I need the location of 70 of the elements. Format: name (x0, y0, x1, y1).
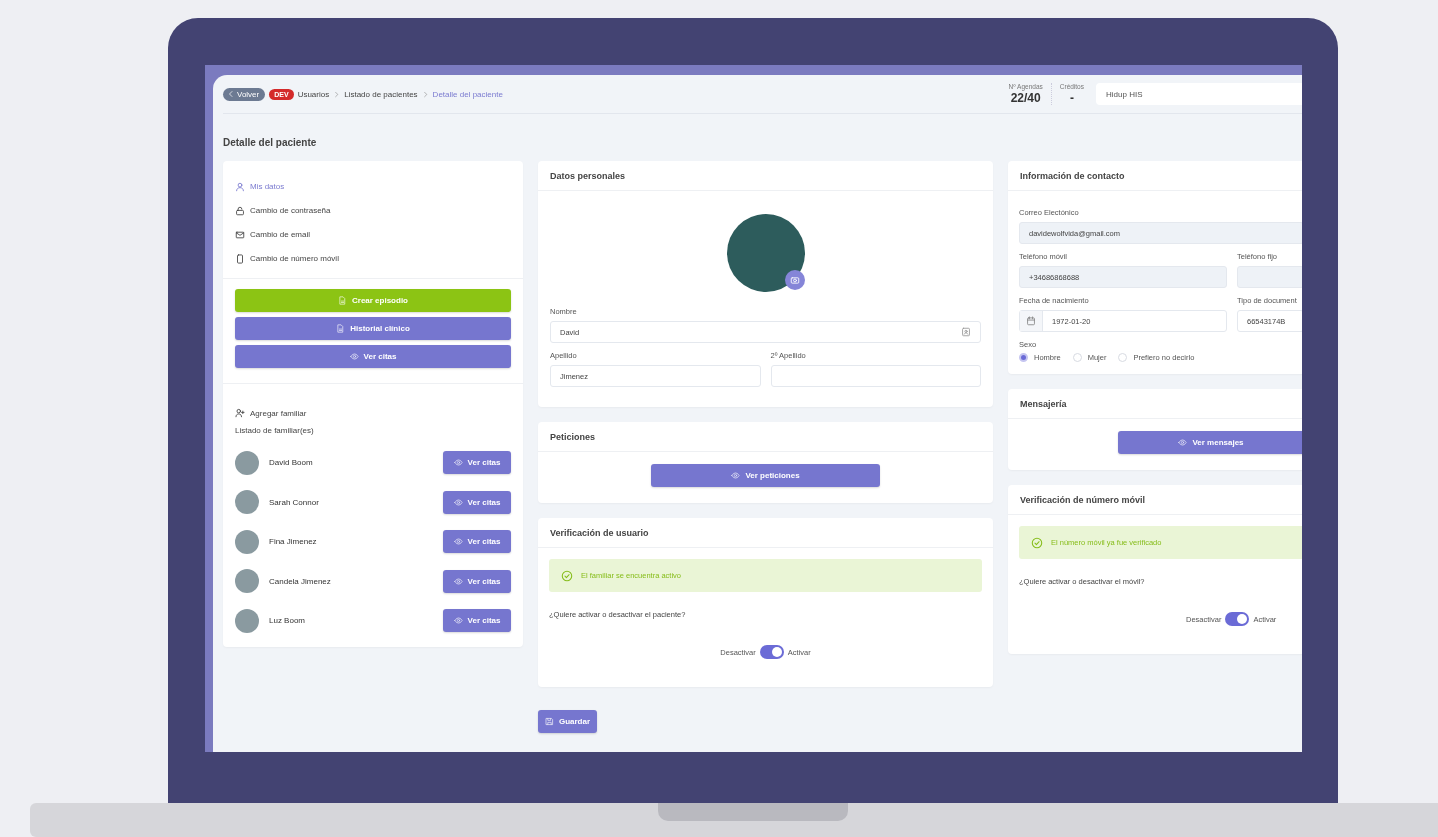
view-button[interactable]: Ver peticiones (651, 464, 880, 487)
eye-icon (453, 616, 463, 626)
lock-icon (235, 205, 245, 216)
eye-icon (1178, 438, 1188, 447)
envelope-icon (235, 229, 245, 240)
input-field[interactable] (770, 365, 981, 387)
eye-icon (453, 497, 463, 507)
radio-button[interactable] (1019, 353, 1028, 362)
eye-icon (349, 352, 359, 361)
card-title: Peticiones (550, 431, 596, 442)
breadcrumb-link[interactable]: Listado de pacientes (344, 89, 418, 99)
card-title: Información de contacto (1020, 170, 1125, 181)
family-member-name: David Boom (269, 458, 314, 468)
profile-menu-item[interactable]: Cambio de número móvil (235, 253, 511, 264)
chevron-right-icon (333, 90, 341, 98)
view-button[interactable]: Ver mensajes (1118, 431, 1302, 454)
radio-button[interactable] (1118, 353, 1128, 362)
view-appointments-button[interactable]: Ver citas (443, 451, 511, 475)
save-button[interactable]: Guardar (538, 710, 597, 733)
view-appointments-button[interactable]: Ver citas (443, 609, 511, 633)
action-button[interactable]: Ver citas (235, 345, 511, 368)
stat-value: - (1069, 91, 1074, 105)
card-title: Verificación de usuario (550, 527, 649, 538)
profile-menu-item[interactable]: Mis datos (235, 181, 511, 192)
family-member-name: Sarah Connor (269, 497, 320, 507)
radio-button[interactable] (1072, 353, 1082, 362)
chevron-right-icon (421, 90, 429, 98)
calendar-icon (1026, 316, 1036, 326)
family-member-name: Candela Jimenez (269, 576, 332, 586)
family-member-name: Luz Boom (269, 616, 307, 626)
floppy-disk-icon (544, 717, 554, 726)
family-member-name: Fina Jimenez (269, 537, 318, 547)
action-button[interactable]: Historial clínico (235, 317, 511, 340)
add-family-link[interactable]: Agregar familiar (235, 408, 511, 418)
profile-menu-item[interactable]: Cambio de email (235, 229, 511, 240)
phone-icon (235, 253, 245, 264)
view-appointments-button[interactable]: Ver citas (443, 530, 511, 554)
eye-icon (453, 458, 463, 468)
card-title: Datos personales (550, 170, 626, 181)
avatar-placeholder (235, 529, 259, 554)
eye-icon (731, 471, 741, 480)
eye-icon (453, 537, 463, 547)
toggle-switch[interactable] (759, 645, 784, 659)
check-circle-icon (1031, 536, 1043, 549)
center-select[interactable]: Hidup HIS (1096, 83, 1302, 105)
card-title: Mensajería (1020, 398, 1067, 409)
eye-icon (453, 576, 463, 586)
page-title: Detalle del paciente (223, 137, 318, 148)
avatar-placeholder (235, 450, 259, 475)
card-title: Verificación de número móvil (1020, 494, 1146, 505)
toggle-switch[interactable] (1225, 612, 1250, 626)
avatar-placeholder (235, 608, 259, 633)
stat-value: 22/40 (1010, 91, 1041, 105)
chevron-left-icon (227, 90, 235, 98)
check-circle-icon (561, 569, 573, 582)
user-icon (235, 181, 245, 192)
document-icon (336, 324, 346, 333)
breadcrumb-link[interactable]: Detalle del paciente (432, 89, 503, 99)
avatar-placeholder (235, 569, 259, 594)
add-user-icon (235, 408, 245, 418)
contact-card-icon (961, 327, 971, 337)
breadcrumb-link[interactable]: Usuarios (297, 89, 330, 99)
family-list-title: Listado de familiar(es) (235, 426, 315, 435)
avatar-placeholder (235, 490, 259, 515)
document-icon (338, 296, 347, 305)
profile-menu-item[interactable]: Cambio de contraseña (235, 205, 511, 216)
camera-icon (789, 275, 800, 285)
view-appointments-button[interactable]: Ver citas (443, 490, 511, 514)
back-button[interactable]: Volver (223, 87, 266, 101)
view-appointments-button[interactable]: Ver citas (443, 569, 511, 593)
